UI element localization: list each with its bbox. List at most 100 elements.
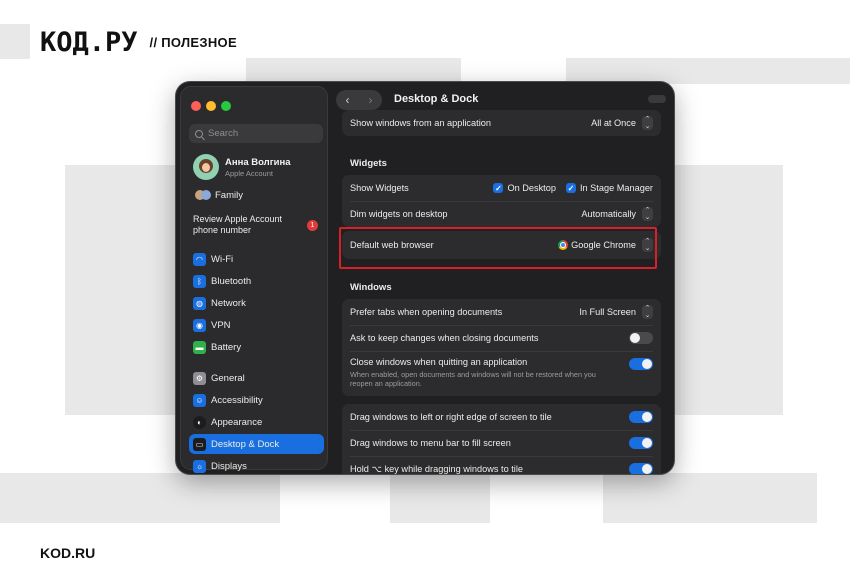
setting-description: When enabled, open documents and windows… — [350, 370, 596, 388]
sidebar-item-label: Bluetooth — [211, 275, 252, 287]
sidebar-item-general[interactable]: ⚙ General — [189, 368, 324, 388]
settings-group-widgets: Show Widgets ✓ On Desktop ✓ In Stage Man… — [342, 175, 661, 227]
bg-block — [566, 58, 850, 84]
settings-group: Show windows from an application All at … — [342, 110, 661, 136]
minimize-button[interactable] — [206, 101, 216, 111]
sidebar-item-desktop-dock[interactable]: ▭ Desktop & Dock — [189, 434, 324, 454]
apple-account[interactable]: Анна Волгина Apple Account — [193, 154, 291, 180]
nav-buttons: ‹ › — [336, 90, 382, 110]
bluetooth-icon: ᛒ — [193, 274, 206, 288]
search-icon — [195, 129, 203, 138]
sidebar-item-label: Family — [215, 189, 243, 201]
setting-label: Show windows from an application — [350, 118, 491, 128]
setting-ask-keep-changes: Ask to keep changes when closing documen… — [342, 325, 661, 351]
sidebar-item-family[interactable]: Family — [191, 185, 326, 205]
hold-key-toggle[interactable] — [629, 463, 653, 474]
setting-hold-key: Hold ⌥ key while dragging windows to til… — [342, 456, 661, 474]
settings-group-tiling: Drag windows to left or right edge of sc… — [342, 404, 661, 474]
popup-value: In Full Screen — [579, 307, 636, 317]
appearance-icon: ◐ — [193, 415, 206, 429]
brand-tagline: // ПОЛЕЗНОЕ — [149, 34, 237, 50]
sidebar-item-battery[interactable]: ▬ Battery — [189, 337, 324, 357]
sidebar: Search Анна Волгина Apple Account Family… — [180, 86, 328, 473]
search-input[interactable]: Search — [189, 124, 323, 143]
sidebar-item-label: Accessibility — [211, 394, 263, 406]
highlight-box — [339, 227, 657, 269]
titlebar: ‹ › Desktop & Dock — [334, 88, 674, 112]
checkmark-icon: ✓ — [493, 183, 504, 193]
setting-label: Hold ⌥ key while dragging windows to til… — [350, 463, 523, 474]
sidebar-item-bluetooth[interactable]: ᛒ Bluetooth — [189, 271, 324, 291]
setting-dim-widgets: Dim widgets on desktop Automatically ⌃ ⌄ — [342, 201, 661, 227]
sidebar-item-displays[interactable]: ☼ Displays — [189, 456, 324, 474]
setting-label: Dim widgets on desktop — [350, 209, 448, 219]
review-account-notice[interactable]: Review Apple Account phone number — [193, 214, 303, 236]
page-title: Desktop & Dock — [394, 93, 479, 105]
setting-label: Drag windows to left or right edge of sc… — [350, 412, 552, 422]
drag-edge-toggle[interactable] — [629, 411, 653, 423]
chevron-updown-icon: ⌃ ⌄ — [642, 116, 653, 130]
family-icon — [195, 189, 211, 202]
section-header-windows: Windows — [350, 282, 392, 293]
settings-window: Search Анна Волгина Apple Account Family… — [176, 82, 674, 474]
close-windows-toggle[interactable] — [629, 358, 653, 370]
section-header-widgets: Widgets — [350, 158, 387, 169]
sidebar-item-label: Displays — [211, 460, 247, 472]
back-button[interactable]: ‹ — [339, 93, 357, 107]
sidebar-item-appearance[interactable]: ◐ Appearance — [189, 412, 324, 432]
close-button[interactable] — [191, 101, 201, 111]
setting-close-windows: Close windows when quitting an applicati… — [342, 352, 661, 394]
sidebar-item-label: General — [211, 372, 245, 384]
bg-block — [603, 473, 817, 523]
setting-label: Ask to keep changes when closing documen… — [350, 333, 539, 343]
forward-button[interactable]: › — [362, 93, 380, 107]
gear-icon: ⚙ — [193, 371, 206, 385]
chevron-updown-icon: ⌃ ⌄ — [642, 305, 653, 319]
bg-block — [0, 24, 30, 59]
sidebar-item-label: Network — [211, 297, 246, 309]
setting-prefer-tabs: Prefer tabs when opening documents In Fu… — [342, 299, 661, 325]
checkbox-label: In Stage Manager — [579, 183, 653, 193]
footer-brand: KOD.RU — [40, 545, 96, 561]
account-name: Анна Волгина — [225, 156, 291, 168]
sidebar-item-label: Battery — [211, 341, 242, 353]
sidebar-item-accessibility[interactable]: ☺ Accessibility — [189, 390, 324, 410]
brand-header: КОД.РУ // ПОЛЕЗНОЕ — [40, 26, 237, 58]
prefer-tabs-popup[interactable]: In Full Screen ⌃ ⌄ — [579, 305, 653, 319]
vpn-icon: ◉ — [193, 318, 206, 332]
setting-drag-edge: Drag windows to left or right edge of sc… — [342, 404, 661, 430]
bg-block — [246, 58, 461, 84]
notification-badge: 1 — [307, 220, 318, 231]
toolbar-control — [648, 95, 666, 103]
setting-show-widgets: Show Widgets ✓ On Desktop ✓ In Stage Man… — [342, 175, 661, 201]
popup-value: All at Once — [591, 118, 636, 128]
setting-label: Show Widgets — [350, 183, 409, 193]
checkmark-icon: ✓ — [565, 183, 576, 193]
sidebar-item-network[interactable]: ◍ Network — [189, 293, 324, 313]
setting-label: Prefer tabs when opening documents — [350, 307, 503, 317]
settings-group-windows: Prefer tabs when opening documents In Fu… — [342, 299, 661, 396]
display-icon: ☼ — [193, 459, 206, 473]
sidebar-item-vpn[interactable]: ◉ VPN — [189, 315, 324, 335]
brand-logo: КОД.РУ — [40, 26, 138, 58]
ask-keep-toggle[interactable] — [629, 332, 653, 344]
bg-block — [390, 473, 490, 523]
zoom-button[interactable] — [221, 101, 231, 111]
drag-menubar-toggle[interactable] — [629, 437, 653, 449]
globe-icon: ◍ — [193, 296, 206, 310]
battery-icon: ▬ — [193, 340, 206, 354]
dim-widgets-popup[interactable]: Automatically ⌃ ⌄ — [581, 207, 653, 221]
show-windows-popup[interactable]: All at Once ⌃ ⌄ — [591, 116, 653, 130]
sidebar-item-wifi[interactable]: ◠ Wi-Fi — [189, 249, 324, 269]
checkbox-label: On Desktop — [507, 183, 556, 193]
on-desktop-checkbox[interactable]: ✓ On Desktop — [493, 183, 556, 193]
avatar — [193, 154, 219, 180]
setting-show-windows: Show windows from an application All at … — [342, 110, 661, 136]
main-pane: ‹ › Desktop & Dock Show windows from an … — [334, 82, 674, 474]
bg-block — [0, 473, 280, 523]
sidebar-item-label: Wi-Fi — [211, 253, 234, 265]
in-stage-manager-checkbox[interactable]: ✓ In Stage Manager — [565, 183, 653, 193]
accessibility-icon: ☺ — [193, 393, 206, 407]
bg-block — [65, 165, 177, 415]
setting-label: Drag windows to menu bar to fill screen — [350, 438, 511, 448]
